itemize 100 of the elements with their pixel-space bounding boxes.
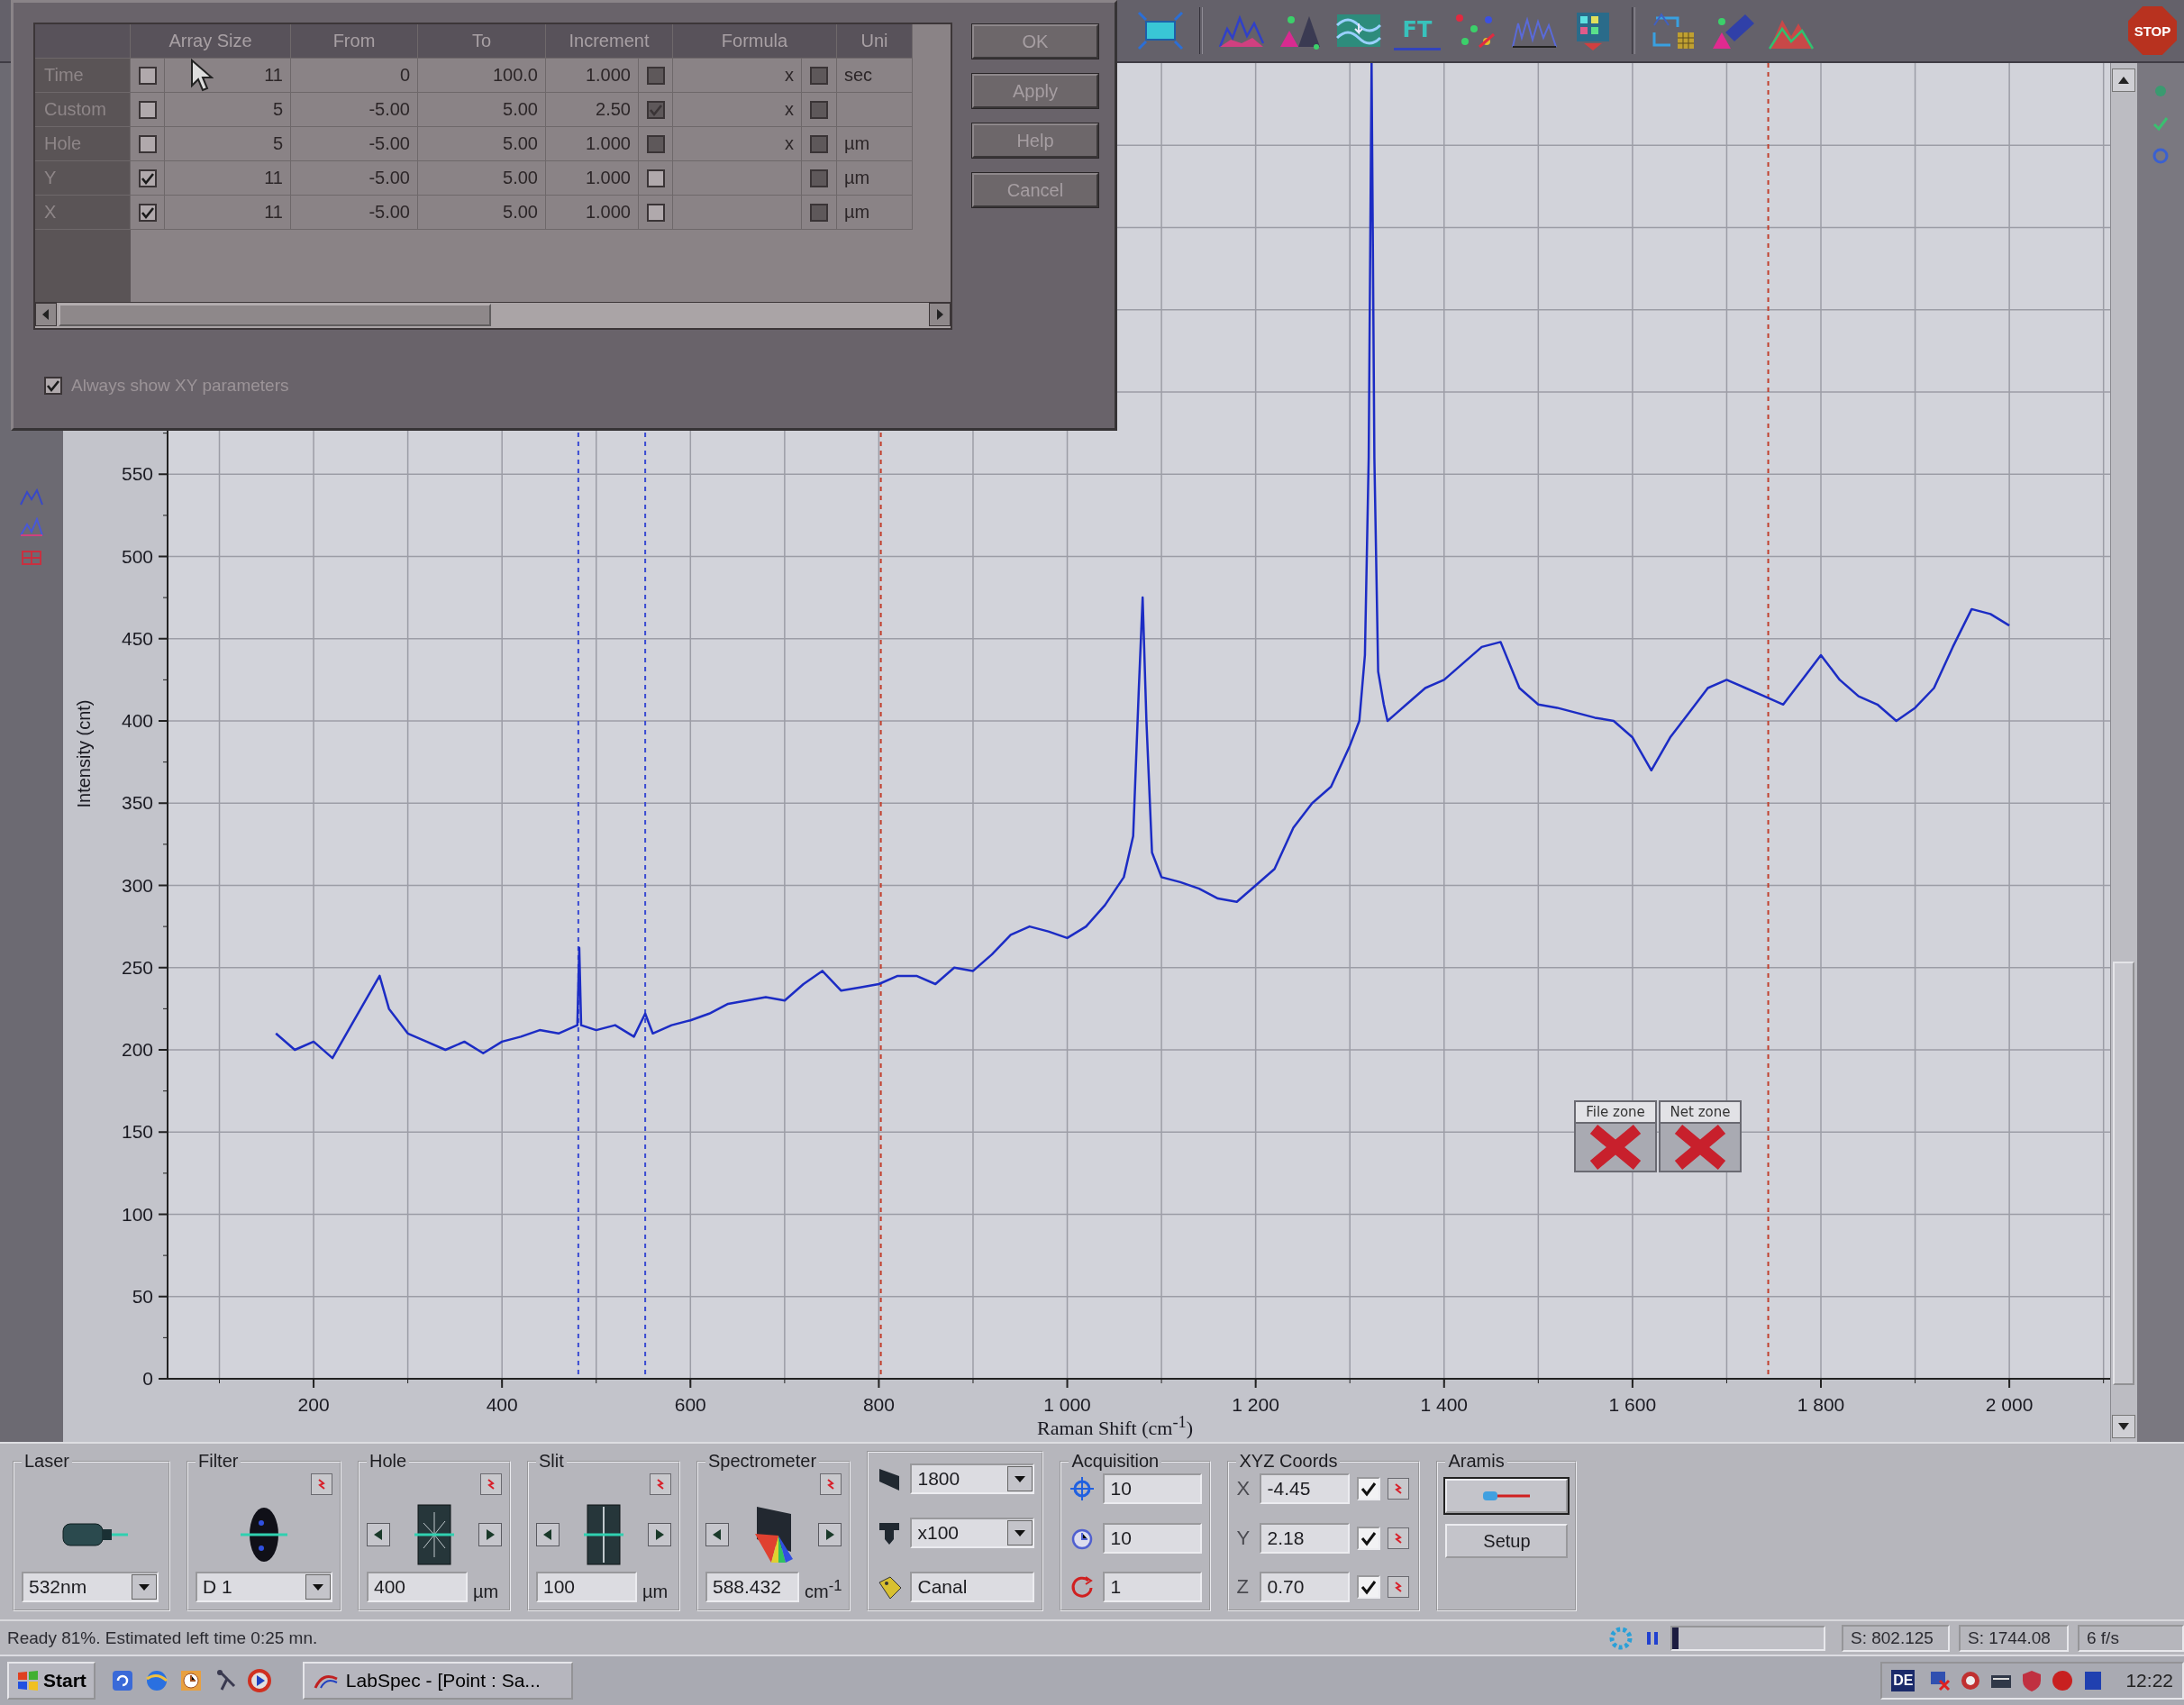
axis-tick-label: 800 — [862, 1394, 895, 1415]
dropdown[interactable]: 1800 — [910, 1463, 1035, 1494]
checkbox[interactable] — [810, 100, 828, 119]
play-icon[interactable] — [246, 1668, 272, 1693]
right-arrow-button[interactable] — [818, 1522, 842, 1546]
zone-label: Net zone — [1661, 1102, 1740, 1124]
input-field[interactable]: 0.70 — [1260, 1572, 1351, 1602]
checkbox[interactable] — [646, 169, 665, 187]
flash-button[interactable] — [480, 1473, 502, 1495]
x-mark-icon — [1588, 1124, 1643, 1171]
left-arrow-button[interactable] — [367, 1522, 390, 1546]
unit-label: µm — [642, 1582, 669, 1602]
taskbar-button[interactable]: LabSpec - [Point : Sa... — [302, 1662, 573, 1700]
flash-button[interactable] — [650, 1473, 671, 1495]
right-arrow-button[interactable] — [648, 1522, 671, 1546]
checkbox[interactable] — [810, 203, 828, 222]
scrollbar[interactable] — [35, 302, 951, 328]
table-cell: 1.000 — [546, 161, 639, 196]
group-label: Hole — [369, 1451, 408, 1472]
zone-tile[interactable]: File zone — [1574, 1100, 1657, 1172]
table-cell: 11 — [165, 161, 291, 196]
checkbox[interactable] — [44, 377, 62, 395]
table-cell: µm — [837, 127, 913, 161]
dropdown[interactable]: x100 — [910, 1518, 1035, 1548]
mouse-pointer-icon — [190, 59, 214, 93]
table-cell: 5 — [165, 93, 291, 127]
fit-view-icon[interactable] — [1137, 11, 1184, 50]
flash-button[interactable] — [1388, 1478, 1410, 1500]
group-label: Filter — [197, 1451, 240, 1472]
axis-tick-label: 0 — [141, 1368, 153, 1389]
axis-title: Intensity (cnt) — [73, 699, 94, 808]
start-button[interactable]: Start — [7, 1662, 96, 1700]
language-indicator[interactable]: DE — [1891, 1670, 1916, 1691]
axis-tick-label: 1 200 — [1231, 1394, 1279, 1415]
table-cell: x — [673, 127, 802, 161]
axis-tick-label: 1 400 — [1420, 1394, 1468, 1415]
input-field[interactable]: 588.432 — [705, 1572, 799, 1602]
checkbox[interactable] — [810, 134, 828, 153]
checkbox[interactable] — [810, 66, 828, 85]
table-cell: x — [673, 59, 802, 93]
stop-button[interactable]: STOP — [2128, 6, 2177, 55]
input-field[interactable]: -4.45 — [1260, 1473, 1351, 1504]
status-message: Ready 81%. Estimated left time 0:25 mn. — [7, 1628, 319, 1648]
dropdown[interactable]: D 1 — [196, 1572, 332, 1602]
column-header: Formula — [673, 24, 837, 59]
input-field[interactable]: 100 — [536, 1572, 637, 1602]
axis-tick-label: 450 — [121, 627, 153, 649]
checkbox[interactable] — [138, 169, 157, 187]
left-arrow-button[interactable] — [705, 1522, 729, 1546]
checkbox[interactable] — [810, 169, 828, 187]
table-cell: 0 — [291, 59, 418, 93]
scroll-right-button[interactable] — [929, 303, 951, 326]
input-field[interactable]: 2.18 — [1260, 1522, 1351, 1554]
checkbox[interactable] — [646, 203, 665, 222]
status-readout: 6 f/s — [2078, 1624, 2184, 1652]
table-cell: µm — [837, 161, 913, 196]
table-cell: 100.0 — [418, 59, 546, 93]
flash-button[interactable] — [1388, 1576, 1410, 1598]
checkbox[interactable] — [138, 100, 157, 119]
table-cell: -5.00 — [291, 161, 418, 196]
table-cell: 11 — [165, 196, 291, 230]
checkbox[interactable] — [138, 66, 157, 85]
group-label: Slit — [538, 1451, 565, 1472]
table-cell: -5.00 — [291, 93, 418, 127]
setup-button[interactable]: Setup — [1445, 1524, 1569, 1558]
dropdown[interactable]: 532nm — [22, 1572, 159, 1602]
slit-icon — [584, 1502, 623, 1566]
table-cell: sec — [837, 59, 913, 93]
left-arrow-button[interactable] — [536, 1522, 560, 1546]
flash-button[interactable] — [1388, 1527, 1410, 1549]
aramis-button[interactable] — [1445, 1479, 1569, 1513]
axis-tick-label: 400 — [486, 1394, 518, 1415]
zone-tile[interactable]: Net zone — [1659, 1100, 1742, 1172]
checkbox[interactable] — [138, 134, 157, 153]
flash-button[interactable] — [820, 1473, 842, 1495]
checkbox[interactable] — [138, 203, 157, 222]
table-cell: -5.00 — [291, 127, 418, 161]
axis-label: X — [1236, 1477, 1251, 1500]
input-field[interactable]: Canal — [910, 1572, 1035, 1602]
right-arrow-button[interactable] — [478, 1522, 502, 1546]
axis-tick-label: 500 — [121, 545, 153, 567]
table-cell: 1.000 — [546, 59, 639, 93]
input-field[interactable]: 10 — [1103, 1522, 1203, 1554]
table-cell: 1.000 — [546, 196, 639, 230]
input-field[interactable]: 400 — [367, 1572, 468, 1602]
scroll-down-button[interactable] — [2111, 1415, 2135, 1438]
input-field[interactable]: 1 — [1103, 1572, 1203, 1602]
status-readout: S: 1744.08 — [1959, 1624, 2069, 1652]
scroll-up-button[interactable] — [2111, 68, 2135, 92]
table-cell: -5.00 — [291, 196, 418, 230]
scroll-thumb[interactable] — [59, 304, 491, 326]
scroll-left-button[interactable] — [35, 303, 57, 326]
status-readout: S: 802.125 — [1842, 1624, 1950, 1652]
group-label: Aramis — [1447, 1451, 1506, 1472]
flash-button[interactable] — [311, 1473, 332, 1495]
input-field[interactable]: 10 — [1103, 1473, 1203, 1504]
axis-tick-label: 300 — [121, 874, 153, 896]
scrollbar[interactable] — [2109, 63, 2138, 1442]
group-label: Laser — [23, 1451, 71, 1472]
column-header: Increment — [546, 24, 673, 59]
